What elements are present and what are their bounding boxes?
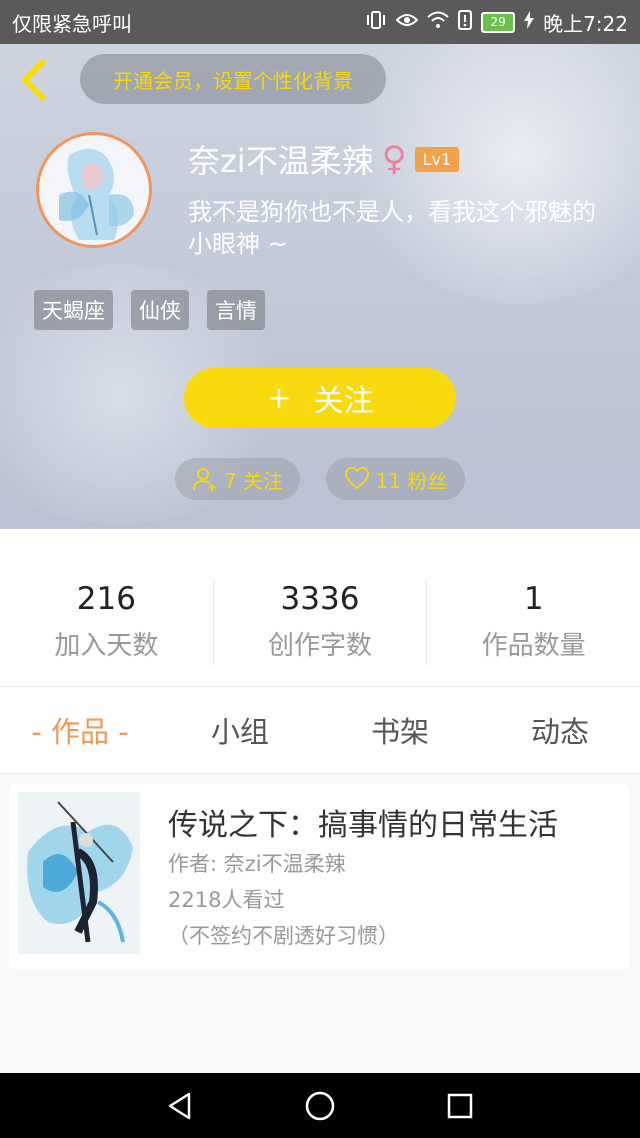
work-author: 作者: 奈zi不温柔辣 — [168, 852, 346, 876]
avatar-image — [39, 135, 149, 245]
vibrate-icon — [365, 10, 387, 34]
plus-icon: + — [266, 380, 292, 416]
book-cover-image — [18, 792, 140, 954]
stat-label: 加入天数 — [54, 630, 159, 661]
work-note: （不签约不剧透好习惯） — [168, 924, 399, 948]
back-button[interactable] — [14, 58, 54, 102]
alert-icon — [458, 10, 473, 34]
heart-icon — [344, 467, 369, 490]
triangle-back-icon — [168, 1092, 191, 1119]
tab-activity[interactable]: 动态 — [480, 709, 640, 751]
follow-button[interactable]: + 关注 — [184, 368, 456, 428]
nav-recents-button[interactable] — [440, 1086, 480, 1126]
tag-item: 言情 — [207, 290, 265, 330]
clock-text: 晚上7:22 — [543, 11, 628, 36]
stat-label: 创作字数 — [268, 630, 373, 661]
fans-count: 11 粉丝 — [375, 468, 448, 493]
work-card[interactable]: 传说之下：搞事情的日常生活 作者: 奈zi不温柔辣 2218人看过 （不签约不剧… — [9, 784, 630, 969]
eye-icon — [395, 12, 419, 32]
level-badge: Lv1 — [414, 146, 460, 172]
avatar[interactable] — [36, 132, 152, 248]
stat-word-count: 3336 创作字数 — [214, 579, 428, 666]
book-cover — [18, 792, 140, 954]
status-bar: 仅限紧急呼叫 29 晚上7:22 — [0, 0, 640, 44]
system-nav-bar — [0, 1073, 640, 1138]
username: 奈zi不温柔辣 — [188, 142, 374, 180]
female-icon: ♀ — [381, 139, 407, 179]
tag-item: 天蝎座 — [34, 290, 113, 330]
battery-icon: 29 — [481, 11, 516, 33]
user-add-icon — [192, 468, 216, 491]
carrier-text: 仅限紧急呼叫 — [12, 11, 132, 36]
stat-label: 作品数量 — [481, 630, 586, 661]
wifi-icon — [427, 11, 449, 33]
charging-icon — [524, 11, 535, 33]
stats-panel: 216 加入天数 3336 创作字数 1 作品数量 — [0, 529, 640, 687]
circle-home-icon — [305, 1091, 335, 1120]
profile-header: 开通会员，设置个性化背景 奈zi不温柔辣 ♀ Lv1 我不是狗你也不是人，看我这… — [0, 44, 640, 529]
square-recents-icon — [447, 1093, 473, 1118]
stat-value: 3336 — [280, 580, 360, 617]
tab-bookshelf[interactable]: 书架 — [320, 709, 480, 751]
following-count: 7 关注 — [223, 468, 284, 493]
status-icons: 29 晚上7:22 — [365, 8, 628, 37]
fans-count-button[interactable]: 11 粉丝 — [326, 458, 465, 500]
user-bio: 我不是狗你也不是人，看我这个邪魅的小眼神 ~ — [188, 198, 596, 258]
username-row: 奈zi不温柔辣 ♀ Lv1 — [188, 136, 460, 182]
stat-works-count: 1 作品数量 — [427, 579, 640, 666]
chevron-left-icon — [22, 59, 46, 101]
tag-list: 天蝎座 仙侠 言情 — [34, 290, 265, 330]
tag-item: 仙侠 — [131, 290, 189, 330]
nav-back-button[interactable] — [160, 1086, 200, 1126]
vip-banner-label: 开通会员，设置个性化背景 — [113, 68, 353, 93]
following-count-button[interactable]: 7 关注 — [175, 458, 300, 500]
tab-works[interactable]: - 作品 - — [0, 709, 160, 751]
stat-join-days: 216 加入天数 — [0, 579, 214, 666]
stat-value: 1 — [523, 580, 544, 617]
work-views: 2218人看过 — [168, 888, 285, 912]
nav-home-button[interactable] — [300, 1086, 340, 1126]
vip-background-banner[interactable]: 开通会员，设置个性化背景 — [80, 54, 386, 104]
profile-tabs: - 作品 - 小组 书架 动态 — [0, 687, 640, 774]
tab-groups[interactable]: 小组 — [160, 709, 320, 751]
follow-label: 关注 — [313, 384, 374, 419]
work-info: 传说之下：搞事情的日常生活 作者: 奈zi不温柔辣 2218人看过 （不签约不剧… — [168, 806, 558, 969]
stat-value: 216 — [76, 580, 136, 617]
work-title[interactable]: 传说之下：搞事情的日常生活 — [168, 806, 558, 846]
